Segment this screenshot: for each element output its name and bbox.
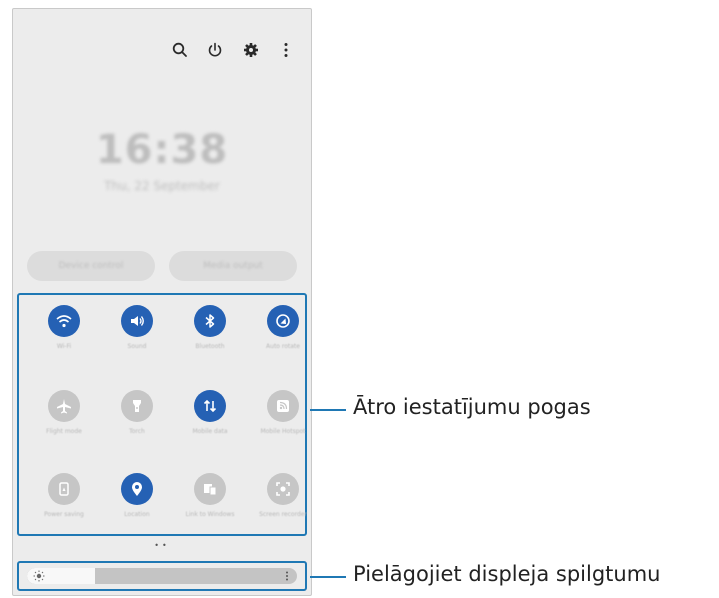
brightness-slider[interactable] [27, 568, 297, 584]
clock-time: 16:38 [95, 127, 229, 173]
tile-label: Link to Windows [185, 511, 235, 518]
clock-date: Thu, 22 September [104, 179, 220, 193]
tile-label: Wi-Fi [56, 343, 72, 350]
power-icon[interactable] [206, 41, 224, 59]
tile-label: Flight mode [46, 428, 82, 435]
more-vertical-icon[interactable] [277, 41, 295, 59]
tile-label: Bluetooth [195, 343, 225, 350]
tile-mobile-hotspot[interactable]: Mobile Hotspot [248, 390, 318, 436]
hotspot-icon [267, 390, 299, 422]
airplane-icon [48, 390, 80, 422]
brightness-more-icon[interactable] [285, 571, 289, 581]
power-saving-icon [48, 473, 80, 505]
top-toolbar [13, 9, 311, 89]
location-icon [121, 473, 153, 505]
mobile-data-icon [194, 390, 226, 422]
sun-icon [33, 570, 45, 582]
torch-icon [121, 390, 153, 422]
tile-label: Sound [127, 343, 147, 350]
tile-label: Auto rotate [266, 343, 300, 350]
tile-power-saving[interactable]: Power saving [29, 473, 99, 519]
sound-icon [121, 305, 153, 337]
tile-label: Screen recorder [259, 511, 307, 518]
bluetooth-icon [194, 305, 226, 337]
wifi-icon [48, 305, 80, 337]
tile-auto-rotate[interactable]: Auto rotate [248, 305, 318, 351]
tile-wifi[interactable]: Wi-Fi [29, 305, 99, 351]
callout-brightness: Pielāgojiet displeja spilgtumu [353, 562, 661, 586]
tile-sound[interactable]: Sound [102, 305, 172, 351]
tile-bluetooth[interactable]: Bluetooth [175, 305, 245, 351]
tile-location[interactable]: Location [102, 473, 172, 519]
tile-torch[interactable]: Torch [102, 390, 172, 436]
media-output-label: Media output [203, 261, 263, 271]
brightness-bar [17, 561, 307, 591]
tile-label: Location [124, 511, 150, 518]
media-output-button[interactable]: Media output [169, 251, 297, 281]
callout-line-quick-settings [310, 409, 346, 411]
device-control-label: Device control [58, 261, 124, 271]
tile-label: Power saving [44, 511, 84, 518]
device-control-button[interactable]: Device control [27, 251, 155, 281]
tile-flight-mode[interactable]: Flight mode [29, 390, 99, 436]
callout-line-brightness [310, 576, 346, 578]
tile-screen-recorder[interactable]: Screen recorder [248, 473, 318, 519]
tile-link-to-windows[interactable]: Link to Windows [175, 473, 245, 519]
screen-recorder-icon [267, 473, 299, 505]
tile-label: Torch [129, 428, 145, 435]
auto-rotate-icon [267, 305, 299, 337]
phone-quick-panel: 16:38 Thu, 22 September Device control M… [12, 8, 312, 596]
page-indicator: •• [154, 541, 170, 550]
gear-icon[interactable] [242, 41, 260, 59]
search-icon[interactable] [171, 41, 189, 59]
tile-mobile-data[interactable]: Mobile data [175, 390, 245, 436]
tile-label: Mobile Hotspot [260, 428, 306, 435]
callout-quick-settings: Ātro iestatījumu pogas [353, 395, 591, 419]
quick-settings-panel: Wi-Fi Sound Bluetooth Auto rotate Flight… [17, 293, 307, 536]
link-windows-icon [194, 473, 226, 505]
tile-label: Mobile data [192, 428, 228, 435]
